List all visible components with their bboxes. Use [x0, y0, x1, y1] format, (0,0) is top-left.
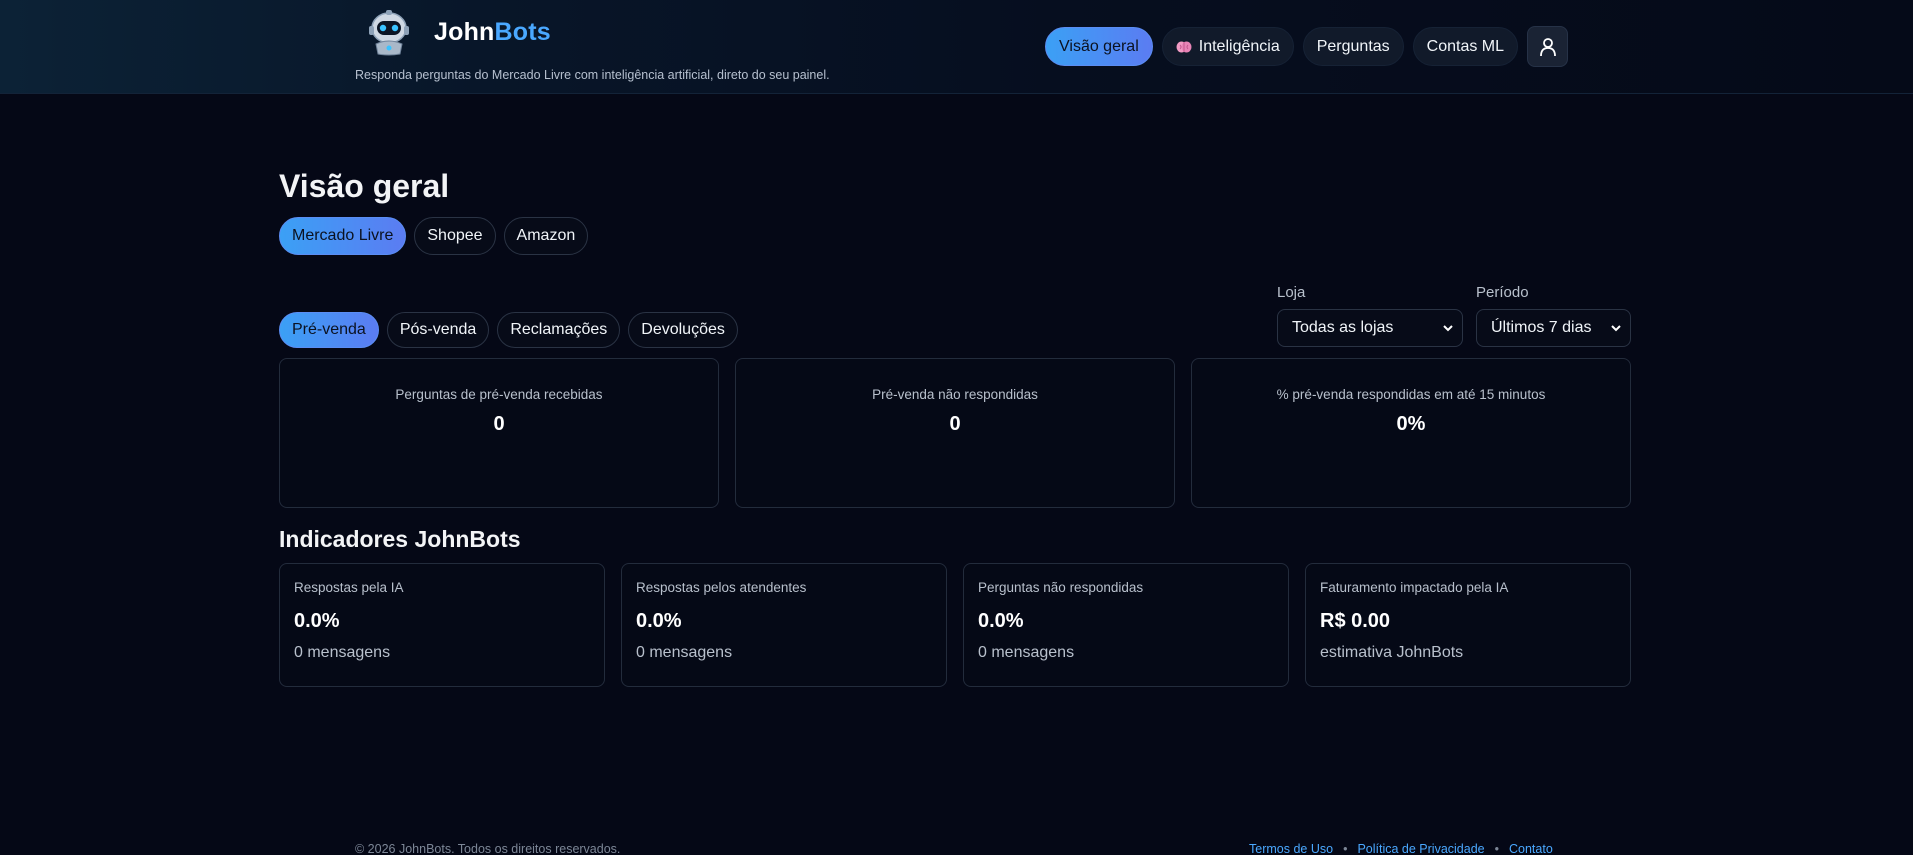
indicator-sub: 0 mensagens — [294, 644, 391, 661]
nav-questions[interactable]: Perguntas — [1302, 27, 1404, 66]
period-filter: Período Últimos 7 dias — [1476, 284, 1631, 347]
stat-value: 0 — [949, 413, 961, 435]
chevron-down-icon — [1443, 325, 1453, 332]
stat-card-response-rate: % pré-venda respondidas em até 15 minuto… — [1191, 358, 1631, 508]
brain-icon — [1176, 41, 1192, 52]
stat-card-received: Perguntas de pré-venda recebidas 0 — [279, 358, 719, 508]
indicator-value: R$ 0.00 — [1320, 610, 1391, 632]
period-select-value: Últimos 7 dias — [1491, 319, 1592, 336]
indicator-sub: estimativa JohnBots — [1320, 644, 1464, 661]
brand-name-second: Bots — [494, 17, 551, 46]
store-select-value: Todas as lojas — [1292, 319, 1394, 336]
nav-overview[interactable]: Visão geral — [1045, 27, 1153, 66]
tab-returns[interactable]: Devoluções — [628, 312, 738, 348]
stat-value: 0 — [493, 413, 505, 435]
tab-pre-sale[interactable]: Pré-venda — [279, 312, 379, 348]
period-filter-label: Período — [1476, 284, 1529, 301]
tab-post-sale[interactable]: Pós-venda — [386, 312, 490, 348]
tagline: Responda perguntas do Mercado Livre com … — [355, 68, 830, 82]
store-select[interactable]: Todas as lojas — [1277, 309, 1463, 347]
stat-value: 0% — [1396, 413, 1426, 435]
indicator-label: Faturamento impactado pela IA — [1320, 580, 1509, 595]
indicator-value: 0.0% — [636, 610, 682, 632]
top-header: JohnBots Responda perguntas do Mercado L… — [0, 0, 1913, 94]
stat-label: % pré-venda respondidas em até 15 minuto… — [1276, 387, 1546, 402]
indicator-card-agent-answers: Respostas pelos atendentes 0.0% 0 mensag… — [621, 563, 947, 687]
main-nav: Visão geral Inteligência Perguntas Conta… — [1045, 26, 1569, 67]
brand-name: JohnBots — [434, 18, 551, 47]
stat-card-unanswered: Pré-venda não respondidas 0 — [735, 358, 1175, 508]
nav-ml-accounts-label: Contas ML — [1426, 37, 1505, 55]
footer-links: Termos de Uso • Política de Privacidade … — [1249, 842, 1553, 855]
nav-overview-label: Visão geral — [1059, 37, 1139, 55]
period-select[interactable]: Últimos 7 dias — [1476, 309, 1631, 347]
tab-mercado-livre[interactable]: Mercado Livre — [279, 217, 407, 255]
user-menu-button[interactable] — [1527, 26, 1569, 67]
footer-link-terms[interactable]: Termos de Uso — [1249, 842, 1333, 855]
store-filter-label: Loja — [1277, 284, 1306, 301]
stat-label: Pré-venda não respondidas — [872, 387, 1038, 402]
nav-intelligence[interactable]: Inteligência — [1161, 27, 1294, 66]
tab-amazon[interactable]: Amazon — [503, 217, 589, 255]
indicator-card-revenue: Faturamento impactado pela IA R$ 0.00 es… — [1305, 563, 1631, 687]
footer-copyright: © 2026 JohnBots. Todos os direitos reser… — [355, 842, 621, 855]
tab-complaints[interactable]: Reclamações — [497, 312, 621, 348]
indicator-sub: 0 mensagens — [636, 644, 733, 661]
tab-shopee[interactable]: Shopee — [414, 217, 496, 255]
indicator-label: Respostas pela IA — [294, 580, 404, 595]
question-type-tabs: Pré-venda Pós-venda Reclamações Devoluçõ… — [279, 312, 738, 348]
chevron-down-icon — [1611, 325, 1621, 332]
nav-ml-accounts[interactable]: Contas ML — [1412, 27, 1519, 66]
store-filter: Loja Todas as lojas — [1277, 284, 1463, 347]
indicator-card-unanswered: Perguntas não respondidas 0.0% 0 mensage… — [963, 563, 1289, 687]
user-icon — [1539, 37, 1556, 56]
stat-label: Perguntas de pré-venda recebidas — [395, 387, 603, 402]
indicator-sub: 0 mensagens — [978, 644, 1075, 661]
indicator-label: Respostas pelos atendentes — [636, 580, 807, 595]
indicator-value: 0.0% — [294, 610, 340, 632]
footer-separator: • — [1343, 842, 1348, 855]
footer-link-contact[interactable]: Contato — [1509, 842, 1553, 855]
nav-intelligence-label: Inteligência — [1198, 37, 1280, 55]
marketplace-tabs: Mercado Livre Shopee Amazon — [279, 217, 589, 255]
nav-questions-label: Perguntas — [1316, 37, 1390, 55]
footer-link-privacy[interactable]: Política de Privacidade — [1357, 842, 1484, 855]
indicator-label: Perguntas não respondidas — [978, 580, 1144, 595]
indicator-value: 0.0% — [978, 610, 1024, 632]
brand-name-first: John — [434, 17, 495, 46]
indicator-card-ai-answers: Respostas pela IA 0.0% 0 mensagens — [279, 563, 605, 687]
footer-separator: • — [1494, 842, 1499, 855]
brand[interactable]: JohnBots — [366, 8, 551, 56]
page-title: Visão geral — [279, 168, 450, 204]
robot-logo-icon — [369, 10, 409, 56]
indicators-title: Indicadores JohnBots — [279, 526, 521, 552]
